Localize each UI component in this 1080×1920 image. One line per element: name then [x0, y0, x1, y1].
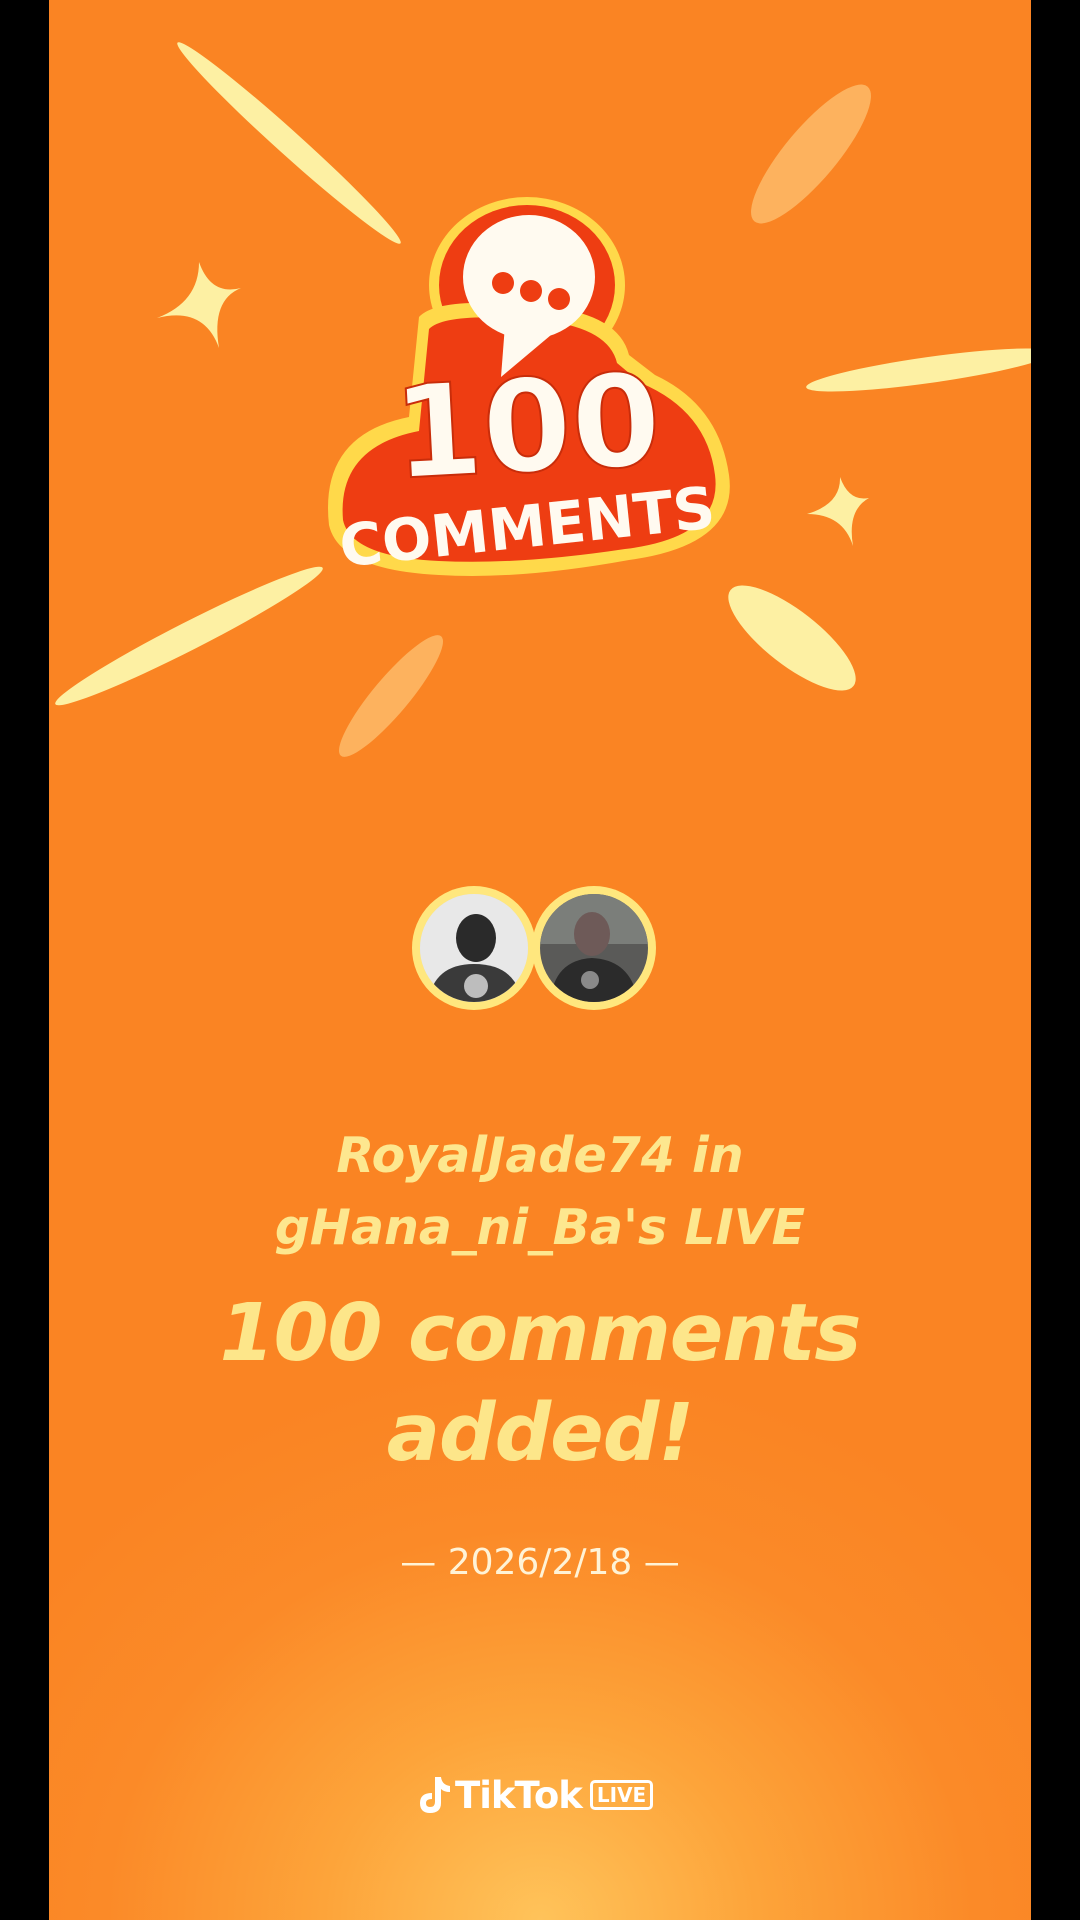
- tiktok-live-logo: TikTok LIVE: [417, 1770, 654, 1820]
- subtitle-line-2: gHana_ni_Ba's LIVE: [274, 1199, 806, 1256]
- live-badge: LIVE: [589, 1780, 654, 1810]
- avatar[interactable]: [532, 886, 656, 1010]
- milestone-headline: 100 comments added!: [49, 1283, 1031, 1483]
- avatar[interactable]: [412, 886, 536, 1010]
- headline-line-1: 100 comments: [219, 1287, 862, 1379]
- milestone-date: — 2026/2/18 —: [400, 1542, 680, 1583]
- live-subtitle: RoyalJade74 in gHana_ni_Ba's LIVE: [49, 1120, 1031, 1264]
- subtitle-line-1: RoyalJade74 in: [336, 1127, 744, 1184]
- avatar-ghana-ni-ba: [540, 894, 648, 1002]
- headline-line-2: added!: [386, 1387, 695, 1479]
- tiktok-note-icon: [420, 1777, 450, 1813]
- milestone-badge: 100 COMMENTS: [328, 197, 730, 580]
- tiktok-wordmark: TikTok: [455, 1773, 583, 1817]
- avatar-royaljade74: [420, 894, 528, 1002]
- milestone-card: 100 COMMENTS RoyalJade74 in gHana_ni_Ba'…: [49, 0, 1031, 1920]
